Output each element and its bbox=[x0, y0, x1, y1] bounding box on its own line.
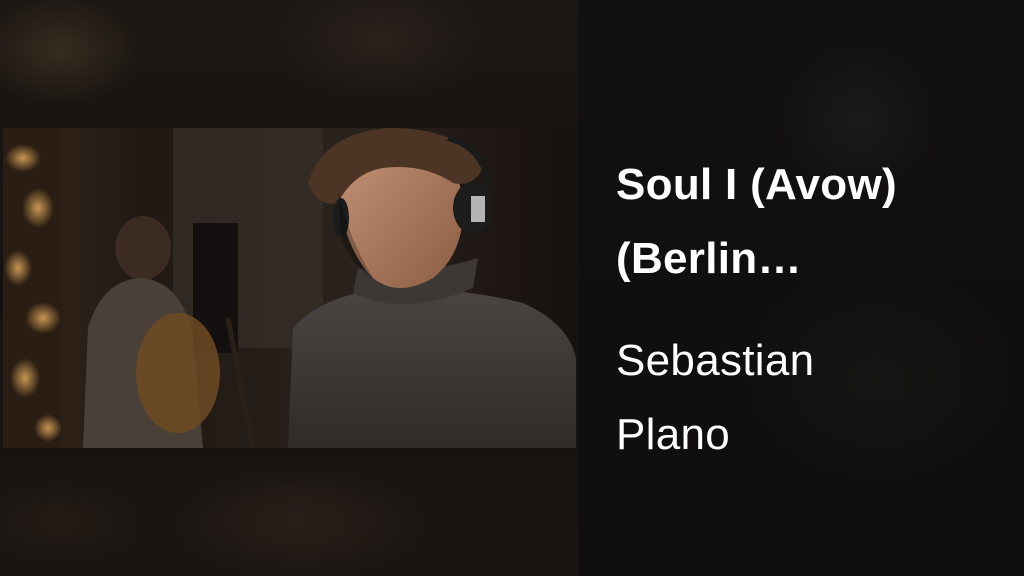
video-artwork[interactable] bbox=[3, 128, 576, 448]
track-title-line-2: (Berlin… bbox=[616, 234, 802, 283]
artist-name-line-1: Sebastian bbox=[616, 336, 815, 385]
now-playing-screen: Soul I (Avow) (Berlin… Sebastian Plano bbox=[0, 0, 1024, 576]
artist-name-line-2: Plano bbox=[616, 410, 731, 459]
video-still-image bbox=[3, 128, 576, 448]
track-title: Soul I (Avow) (Berlin… bbox=[616, 148, 996, 296]
artist-name: Sebastian Plano bbox=[616, 324, 996, 472]
track-title-line-1: Soul I (Avow) bbox=[616, 160, 897, 209]
